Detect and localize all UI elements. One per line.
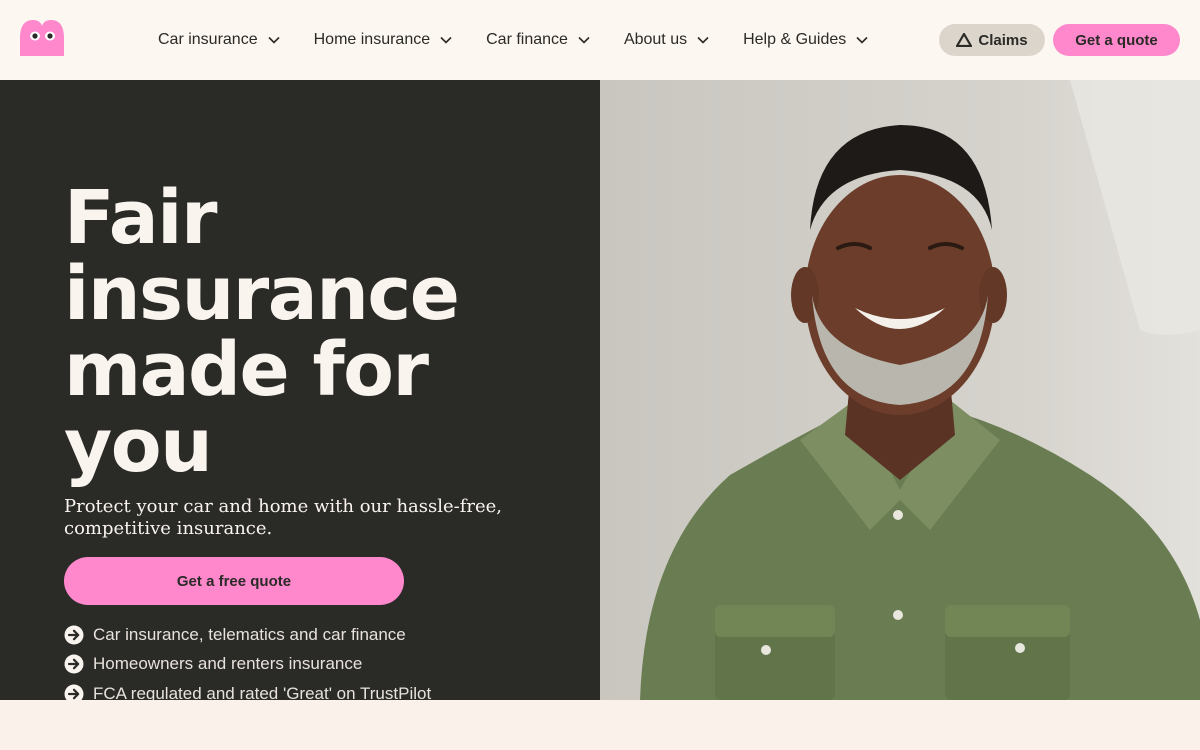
get-a-quote-button[interactable]: Get a quote xyxy=(1053,24,1180,56)
nav-item-about-us[interactable]: About us xyxy=(624,31,710,49)
chevron-down-icon xyxy=(856,36,868,44)
nav-item-label: About us xyxy=(623,31,688,48)
hero-panel: Fair insurance made for you Protect your… xyxy=(0,80,600,700)
hero-photo xyxy=(600,80,1200,700)
get-free-quote-label: Get a free quote xyxy=(176,572,292,590)
main-nav: Car insurance Home insurance Car finance… xyxy=(158,0,902,80)
nav-item-car-finance[interactable]: Car finance xyxy=(486,31,591,49)
claims-button[interactable]: Claims xyxy=(939,24,1045,56)
nav-item-label: Help & Guides xyxy=(743,31,847,48)
nav-item-home-insurance[interactable]: Home insurance xyxy=(314,31,454,49)
arrow-right-circle-icon xyxy=(64,625,84,645)
chevron-down-icon xyxy=(440,36,452,44)
feature-list: Car insurance, telematics and car financ… xyxy=(64,620,431,700)
nav-item-help-guides[interactable]: Help & Guides xyxy=(743,31,869,49)
list-item: FCA regulated and rated 'Great' on Trust… xyxy=(64,679,431,700)
chevron-down-icon xyxy=(697,36,709,44)
list-item: Car insurance, telematics and car financ… xyxy=(64,620,431,650)
arrow-right-circle-icon xyxy=(64,684,84,700)
ghost-logo-icon[interactable] xyxy=(20,20,64,56)
hero-title: Fair insurance made for you xyxy=(64,175,460,489)
arrow-right-circle-icon xyxy=(64,654,84,674)
chevron-down-icon xyxy=(268,36,280,44)
page-bottom-band xyxy=(0,700,1200,750)
nav-item-label: Car insurance xyxy=(158,31,258,48)
list-item: Homeowners and renters insurance xyxy=(64,650,431,680)
feature-text: Car insurance, telematics and car financ… xyxy=(93,624,406,644)
warning-triangle-icon xyxy=(956,33,973,47)
get-a-quote-label: Get a quote xyxy=(1075,31,1158,49)
feature-text: FCA regulated and rated 'Great' on Trust… xyxy=(93,683,432,700)
feature-text: Homeowners and renters insurance xyxy=(93,654,363,674)
chevron-down-icon xyxy=(578,36,590,44)
nav-item-label: Home insurance xyxy=(313,31,431,48)
get-free-quote-button[interactable]: Get a free quote xyxy=(64,557,404,605)
hero-subtitle: Protect your car and home with our hassl… xyxy=(64,496,503,539)
smiling-man-photo xyxy=(600,80,1200,700)
nav-item-car-insurance[interactable]: Car insurance xyxy=(158,31,281,49)
nav-item-label: Car finance xyxy=(486,31,568,48)
site-header: Car insurance Home insurance Car finance… xyxy=(0,0,1200,80)
claims-button-label: Claims xyxy=(978,31,1028,49)
